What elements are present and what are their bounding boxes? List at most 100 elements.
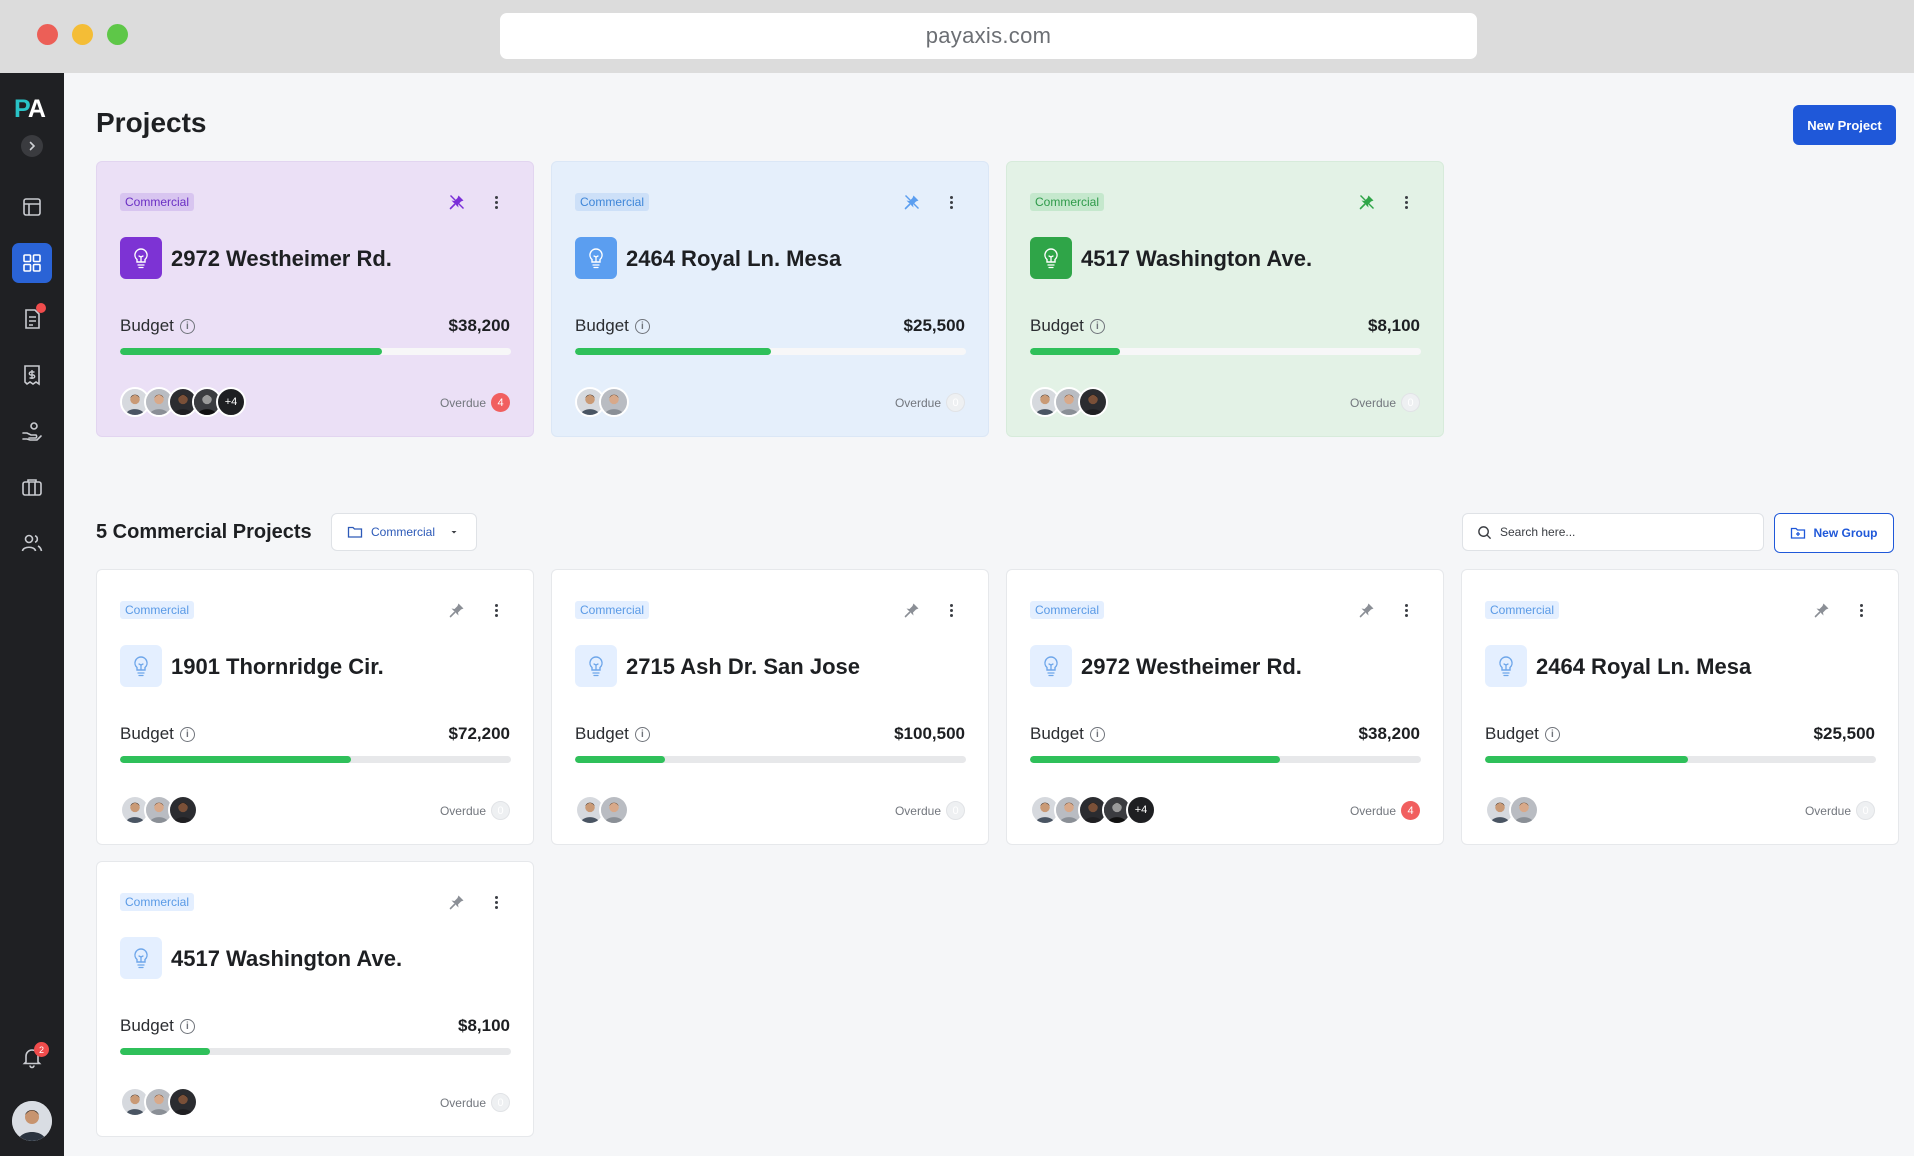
lightbulb-icon bbox=[120, 937, 162, 979]
project-card[interactable]: Commercial 2464 Royal Ln. Mesa Budget i $… bbox=[551, 161, 989, 437]
nav-team[interactable] bbox=[12, 523, 52, 563]
project-card[interactable]: Commercial 4517 Washington Ave. Budget i … bbox=[1006, 161, 1444, 437]
more-options-icon[interactable] bbox=[942, 193, 960, 211]
budget-label: Budget i bbox=[120, 724, 195, 744]
member-avatar[interactable] bbox=[168, 1087, 198, 1117]
category-tag: Commercial bbox=[120, 193, 195, 211]
page-title: Projects bbox=[96, 107, 207, 138]
project-card[interactable]: Commercial 2972 Westheimer Rd. Budget i $… bbox=[96, 161, 534, 437]
nav-clients[interactable] bbox=[12, 411, 52, 451]
search-input[interactable] bbox=[1500, 525, 1740, 539]
project-title[interactable]: 2972 Westheimer Rd. bbox=[1081, 654, 1302, 680]
more-options-icon[interactable] bbox=[487, 601, 505, 619]
more-members-badge[interactable]: +4 bbox=[216, 387, 246, 417]
budget-value: $72,200 bbox=[448, 724, 510, 743]
info-icon[interactable]: i bbox=[179, 726, 195, 742]
overdue-indicator: Overdue 0 bbox=[440, 801, 510, 820]
address-text: payaxis.com bbox=[925, 23, 1052, 48]
member-avatar[interactable] bbox=[1509, 795, 1539, 825]
window-close-button[interactable] bbox=[37, 24, 58, 45]
member-avatar[interactable] bbox=[1078, 387, 1108, 417]
project-title[interactable]: 2715 Ash Dr. San Jose bbox=[626, 654, 860, 680]
member-avatar[interactable] bbox=[168, 795, 198, 825]
category-tag: Commercial bbox=[1030, 193, 1105, 211]
sidebar: PA 2 bbox=[0, 73, 64, 1156]
project-title[interactable]: 4517 Washington Ave. bbox=[1081, 246, 1312, 272]
project-card[interactable]: Commercial 2972 Westheimer Rd. Budget i $… bbox=[1006, 569, 1444, 845]
category-tag: Commercial bbox=[120, 601, 195, 619]
more-options-icon[interactable] bbox=[1397, 193, 1415, 211]
more-options-icon[interactable] bbox=[1397, 601, 1415, 619]
info-icon[interactable]: i bbox=[1089, 726, 1105, 742]
category-tag: Commercial bbox=[120, 893, 195, 911]
budget-progress-bar bbox=[1485, 756, 1876, 763]
info-icon[interactable]: i bbox=[634, 318, 650, 334]
pin-icon[interactable] bbox=[448, 601, 466, 619]
more-members-badge[interactable]: +4 bbox=[1126, 795, 1156, 825]
project-card[interactable]: Commercial 2464 Royal Ln. Mesa Budget i $… bbox=[1461, 569, 1899, 845]
nav-projects[interactable] bbox=[12, 243, 52, 283]
lightbulb-icon bbox=[1485, 645, 1527, 687]
overdue-indicator: Overdue 0 bbox=[1350, 393, 1420, 412]
budget-value: $8,100 bbox=[1368, 316, 1420, 335]
project-title[interactable]: 2464 Royal Ln. Mesa bbox=[626, 246, 841, 272]
overdue-count: 0 bbox=[1401, 393, 1420, 412]
unpin-icon[interactable] bbox=[1358, 193, 1376, 211]
folder-plus-icon bbox=[1791, 527, 1806, 539]
overdue-indicator: Overdue 4 bbox=[440, 393, 510, 412]
window-maximize-button[interactable] bbox=[107, 24, 128, 45]
budget-progress-bar bbox=[575, 756, 966, 763]
project-card[interactable]: Commercial 4517 Washington Ave. Budget i … bbox=[96, 861, 534, 1137]
budget-label: Budget i bbox=[1485, 724, 1560, 744]
project-title[interactable]: 2972 Westheimer Rd. bbox=[171, 246, 392, 272]
info-icon[interactable]: i bbox=[179, 318, 195, 334]
nav-jobs[interactable] bbox=[12, 467, 52, 507]
notifications-button[interactable]: 2 bbox=[12, 1037, 52, 1077]
budget-label: Budget i bbox=[575, 316, 650, 336]
more-options-icon[interactable] bbox=[487, 893, 505, 911]
unpin-icon[interactable] bbox=[903, 193, 921, 211]
more-options-icon[interactable] bbox=[1852, 601, 1870, 619]
expand-sidebar-button[interactable] bbox=[21, 135, 43, 157]
more-options-icon[interactable] bbox=[942, 601, 960, 619]
project-card[interactable]: Commercial 1901 Thornridge Cir. Budget i … bbox=[96, 569, 534, 845]
pin-icon[interactable] bbox=[1358, 601, 1376, 619]
receipt-dollar-icon bbox=[24, 365, 40, 386]
browser-chrome: payaxis.com bbox=[0, 0, 1914, 73]
window-minimize-button[interactable] bbox=[72, 24, 93, 45]
info-icon[interactable]: i bbox=[634, 726, 650, 742]
user-avatar[interactable] bbox=[12, 1101, 52, 1141]
lightbulb-icon bbox=[575, 237, 617, 279]
budget-progress-fill bbox=[120, 348, 382, 355]
project-title[interactable]: 4517 Washington Ave. bbox=[171, 946, 402, 972]
pin-icon[interactable] bbox=[1813, 601, 1831, 619]
more-options-icon[interactable] bbox=[487, 193, 505, 211]
new-project-button[interactable]: New Project bbox=[1793, 105, 1896, 145]
member-avatars: +4 bbox=[1030, 795, 1156, 825]
info-icon[interactable]: i bbox=[1089, 318, 1105, 334]
nav-documents[interactable] bbox=[12, 299, 52, 339]
project-title[interactable]: 2464 Royal Ln. Mesa bbox=[1536, 654, 1751, 680]
nav-layout[interactable] bbox=[12, 187, 52, 227]
budget-progress-bar bbox=[120, 348, 511, 355]
budget-value: $8,100 bbox=[458, 1016, 510, 1035]
unpin-icon[interactable] bbox=[448, 193, 466, 211]
project-card[interactable]: Commercial 2715 Ash Dr. San Jose Budget i… bbox=[551, 569, 989, 845]
info-icon[interactable]: i bbox=[179, 1018, 195, 1034]
pin-icon[interactable] bbox=[903, 601, 921, 619]
member-avatar[interactable] bbox=[599, 387, 629, 417]
budget-progress-bar bbox=[120, 1048, 511, 1055]
pin-icon[interactable] bbox=[448, 893, 466, 911]
member-avatar[interactable] bbox=[599, 795, 629, 825]
address-bar[interactable]: payaxis.com bbox=[500, 13, 1477, 59]
search-box[interactable] bbox=[1462, 513, 1764, 551]
project-title[interactable]: 1901 Thornridge Cir. bbox=[171, 654, 384, 680]
nav-invoices[interactable] bbox=[12, 355, 52, 395]
group-filter-dropdown[interactable]: Commercial bbox=[331, 513, 477, 551]
lightbulb-icon bbox=[120, 237, 162, 279]
info-icon[interactable]: i bbox=[1544, 726, 1560, 742]
new-group-button[interactable]: New Group bbox=[1774, 513, 1894, 553]
logo[interactable]: PA bbox=[14, 95, 46, 124]
new-group-label: New Group bbox=[1813, 526, 1878, 540]
overdue-count: 0 bbox=[491, 1093, 510, 1112]
